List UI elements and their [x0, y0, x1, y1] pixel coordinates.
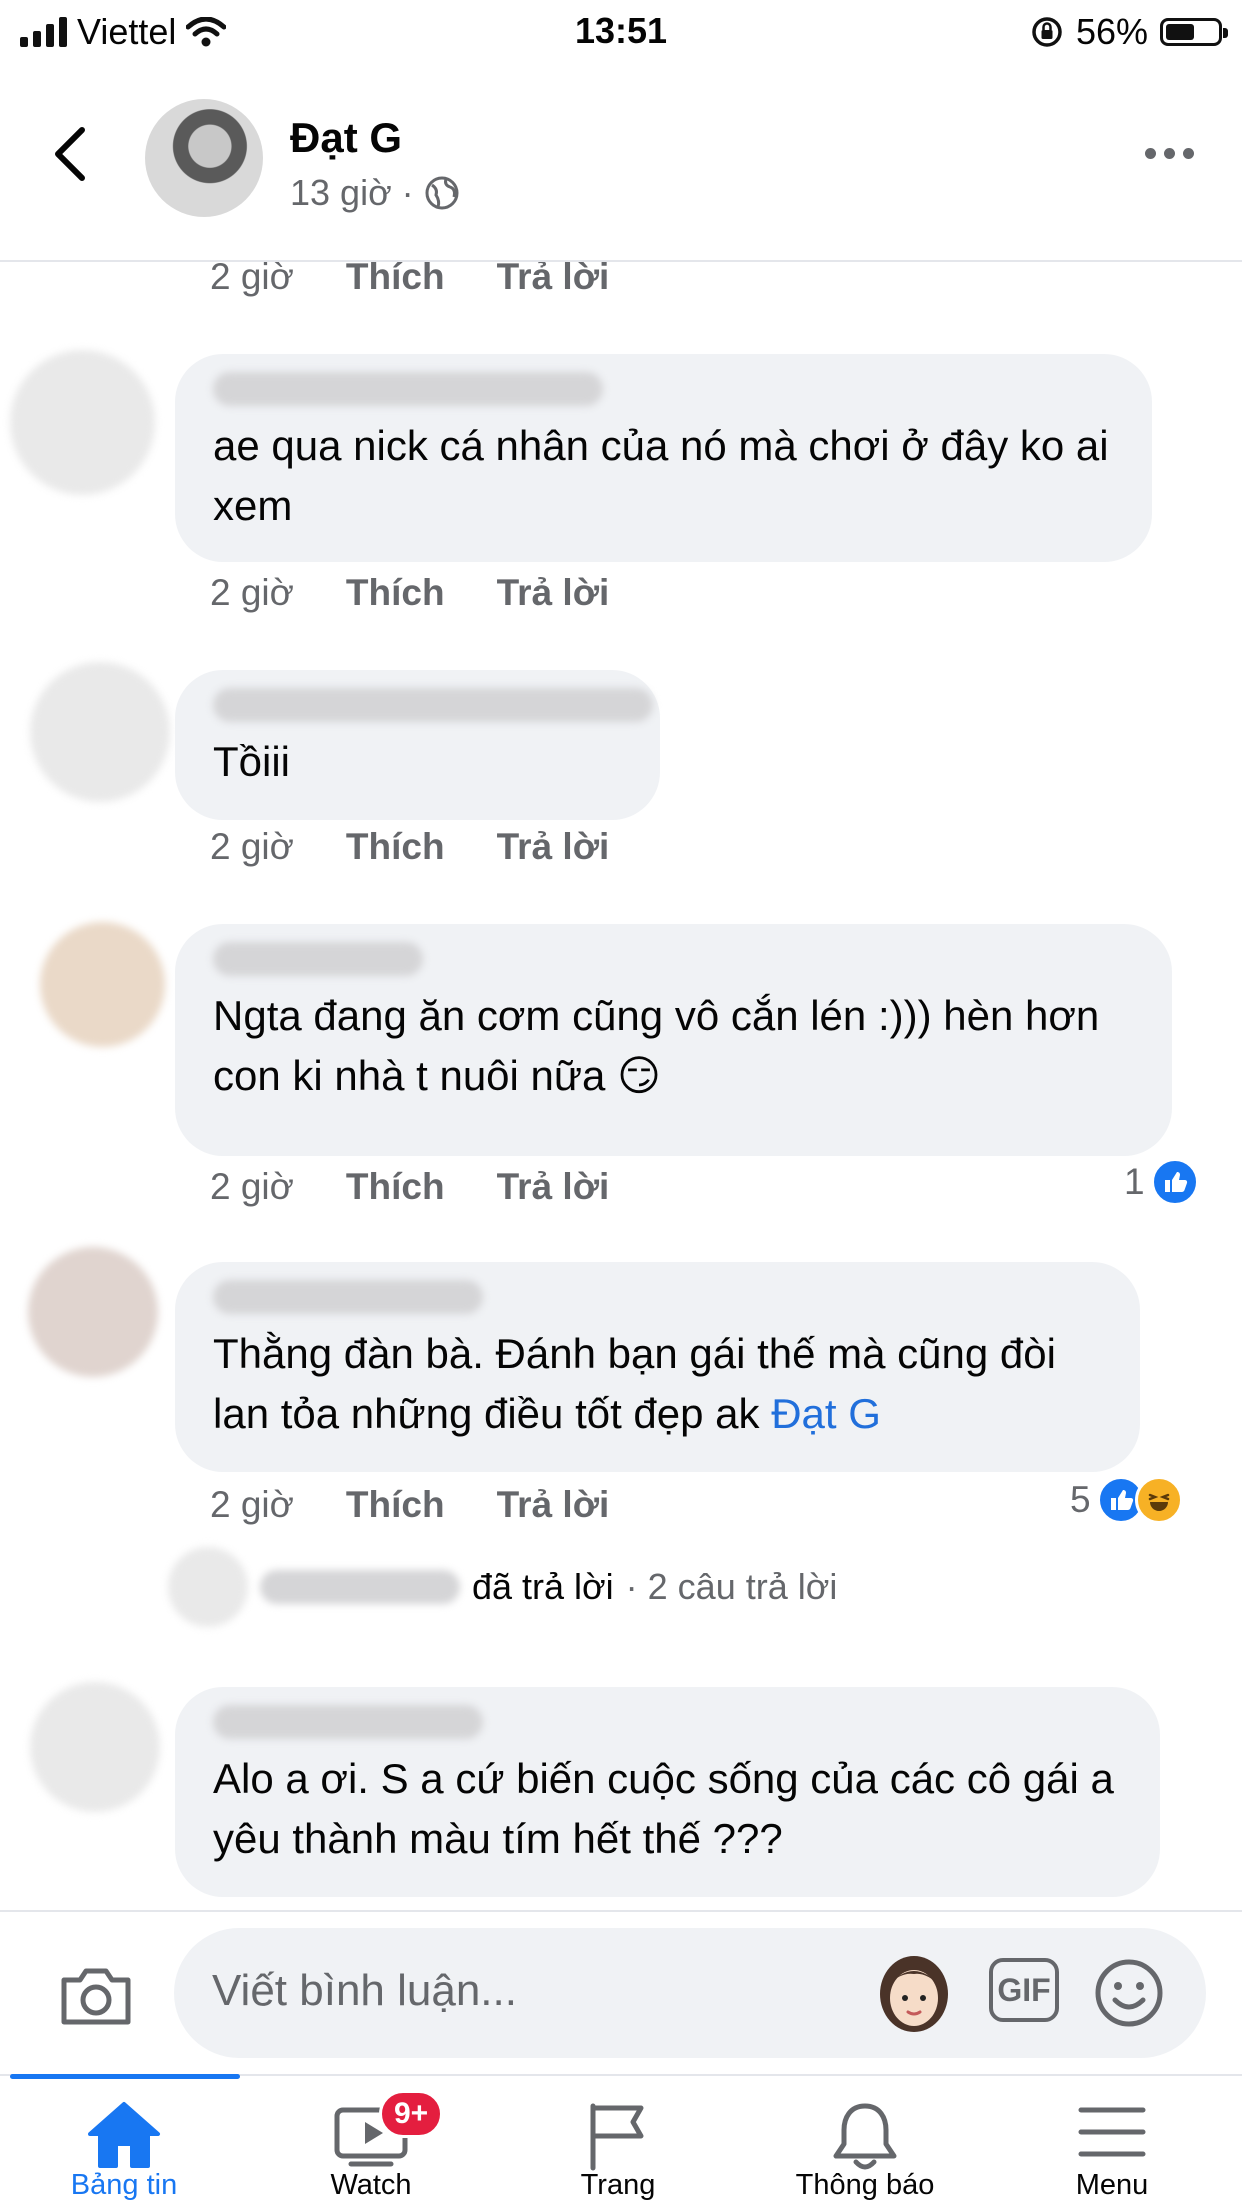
reaction-summary[interactable]: 5 [1070, 1476, 1183, 1524]
avatar[interactable] [40, 922, 165, 1047]
post-header: Đạt G 13 giờ · [0, 64, 1242, 262]
orientation-lock-icon [1032, 17, 1062, 47]
tab-label: Bảng tin [70, 2169, 178, 2201]
tab-label: Trang [580, 2169, 656, 2201]
comment-time: 2 giờ [210, 572, 294, 613]
reply-count: · 2 câu trả lời [625, 1566, 838, 1607]
globe-icon [425, 176, 459, 210]
battery-icon [1160, 18, 1228, 46]
comment-input[interactable]: Viết bình luận... GIF [174, 1928, 1206, 2058]
comment-time: 2 giờ [210, 262, 294, 297]
like-button[interactable]: Thích [346, 826, 445, 868]
like-icon [1150, 1158, 1199, 1206]
reply-button[interactable]: Trả lời [497, 572, 610, 614]
more-options-icon[interactable] [1145, 148, 1194, 159]
tab-label: Watch [330, 2169, 412, 2201]
tab-menu[interactable]: Menu [1012, 2090, 1212, 2208]
meta-separator: · [401, 172, 414, 213]
menu-icon [1078, 2107, 1146, 2157]
comment-actions: 2 giờ Thích Trả lời [210, 1166, 609, 1208]
status-right: 56% [1030, 10, 1228, 54]
notification-badge: 9+ [379, 2090, 444, 2138]
mention-link[interactable]: Đạt G [771, 1390, 881, 1437]
gif-button[interactable]: GIF [989, 1958, 1059, 2022]
comment-text: Thằng đàn bà. Đánh bạn gái thế mà cũng đ… [213, 1330, 1056, 1437]
reaction-count: 5 [1070, 1479, 1091, 1520]
commenter-name[interactable] [213, 688, 653, 722]
reply-button[interactable]: Trả lời [497, 1484, 610, 1526]
comment-actions: 2 giờ Thích Trả lời [210, 572, 609, 614]
avatar[interactable] [28, 1247, 158, 1377]
reply-button[interactable]: Trả lời [497, 826, 610, 868]
post-meta: 13 giờ · [290, 172, 460, 214]
like-button[interactable]: Thích [346, 572, 445, 614]
status-bar: Viettel 13:51 56% [0, 0, 1242, 64]
commenter-name[interactable] [213, 1280, 483, 1314]
comment-text: ae qua nick cá nhân của nó mà chơi ở đây… [213, 422, 1109, 529]
battery-fill [1166, 24, 1194, 40]
comment-actions: 2 giờ Thích Trả lời [210, 1484, 609, 1526]
comment-bubble[interactable]: ae qua nick cá nhân của nó mà chơi ở đây… [175, 354, 1152, 562]
tab-label: Thông báo [795, 2169, 935, 2201]
comment-text: Tồiii [213, 738, 291, 785]
flag-icon [590, 2103, 644, 2171]
comment-composer: Viết bình luận... GIF [0, 1910, 1242, 2076]
comment-text: Alo a ơi. S a cứ biến cuộc sống của các … [213, 1755, 1114, 1862]
tab-watch[interactable]: 9+ Watch [271, 2090, 471, 2208]
like-button[interactable]: Thích [346, 262, 445, 298]
like-button[interactable]: Thích [346, 1166, 445, 1208]
commenter-name[interactable] [213, 372, 603, 406]
battery-percent: 56% [1075, 11, 1148, 52]
comment-time: 2 giờ [210, 1484, 294, 1525]
comments-list: 2 giờ Thích Trả lời ae qua nick cá nhân … [0, 262, 1242, 1912]
comment-actions: 2 giờ Thích Trả lời [210, 826, 609, 868]
camera-icon[interactable] [58, 1964, 134, 2028]
haha-icon [1134, 1476, 1183, 1524]
comment-placeholder: Viết bình luận... [212, 1966, 517, 2015]
page-name[interactable]: Đạt G [290, 114, 402, 162]
back-icon[interactable] [48, 124, 92, 184]
bottom-tab-bar: Bảng tin 9+ Watch Trang Thông báo Menu [0, 2074, 1242, 2210]
smirk-emoji: 😏 [617, 1052, 661, 1099]
post-time: 13 giờ [290, 172, 392, 213]
comment-actions: 2 giờ Thích Trả lời [210, 262, 609, 298]
comment-bubble[interactable]: Ngta đang ăn cơm cũng vô cắn lén :))) hè… [175, 924, 1172, 1156]
like-button[interactable]: Thích [346, 1484, 445, 1526]
avatar[interactable] [30, 1682, 160, 1812]
avatar [168, 1547, 248, 1627]
comment-bubble[interactable]: Alo a ơi. S a cứ biến cuộc sống của các … [175, 1687, 1160, 1897]
avatar[interactable] [30, 662, 170, 802]
reply-button[interactable]: Trả lời [497, 1166, 610, 1208]
emoji-icon[interactable] [1094, 1958, 1164, 2028]
tab-label: Menu [1075, 2169, 1149, 2201]
commenter-name[interactable] [213, 942, 423, 976]
active-tab-indicator [10, 2074, 240, 2079]
avatar[interactable] [145, 99, 263, 217]
avatar[interactable] [10, 350, 155, 495]
reply-button[interactable]: Trả lời [497, 262, 610, 298]
home-icon [88, 2102, 160, 2168]
comment-time: 2 giờ [210, 826, 294, 867]
avatar-sticker-icon[interactable] [874, 1950, 954, 2036]
comment-bubble[interactable]: Tồiii [175, 670, 660, 820]
view-replies-link[interactable]: đã trả lời · 2 câu trả lời [168, 1547, 837, 1627]
comment-bubble[interactable]: Thằng đàn bà. Đánh bạn gái thế mà cũng đ… [175, 1262, 1140, 1472]
comment-time: 2 giờ [210, 1166, 294, 1207]
replier-name [260, 1570, 460, 1604]
reaction-count: 1 [1124, 1161, 1145, 1202]
replied-label: đã trả lời [472, 1566, 614, 1607]
commenter-name[interactable] [213, 1705, 483, 1739]
tab-pages[interactable]: Trang [518, 2090, 718, 2208]
tab-news-feed[interactable]: Bảng tin [24, 2090, 224, 2208]
tab-notifications[interactable]: Thông báo [765, 2090, 965, 2208]
bell-icon [833, 2103, 897, 2170]
reaction-summary[interactable]: 1 [1124, 1158, 1199, 1206]
